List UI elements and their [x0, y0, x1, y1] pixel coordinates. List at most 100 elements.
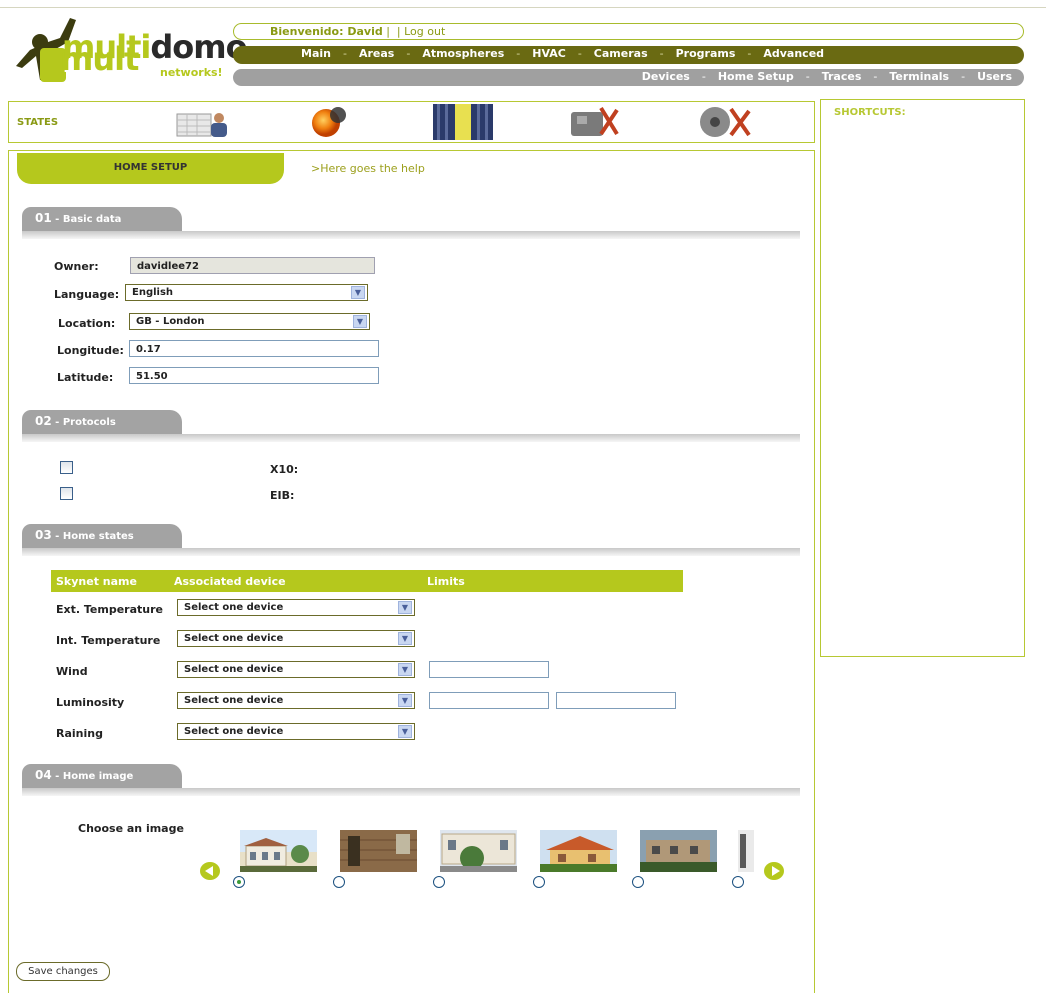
shortcuts-panel: SHORTCUTS:	[820, 99, 1025, 657]
disabled-device-icon[interactable]	[567, 106, 619, 138]
home-image-thumbnail[interactable]	[440, 830, 517, 872]
subnav-item-home-setup[interactable]: Home Setup	[718, 70, 794, 83]
home-image-thumbnail[interactable]	[240, 830, 317, 872]
language-select[interactable]: English ▼	[125, 284, 368, 301]
device-select[interactable]: Select one device ▼	[177, 661, 415, 678]
x10-label: X10:	[270, 463, 299, 476]
latitude-field[interactable]: 51.50	[129, 367, 379, 384]
x10-checkbox[interactable]	[60, 461, 73, 474]
image-radio[interactable]	[433, 876, 445, 888]
logo-text-dark: domo	[150, 28, 247, 66]
previous-arrow-icon[interactable]	[200, 862, 220, 880]
column-header: Limits	[427, 575, 465, 588]
image-radio[interactable]	[533, 876, 545, 888]
image-radio[interactable]	[632, 876, 644, 888]
nav-item-main[interactable]: Main	[301, 47, 331, 60]
choose-image-label: Choose an image	[78, 822, 184, 835]
latitude-label: Latitude:	[57, 371, 114, 384]
row-label: Wind	[56, 665, 88, 678]
limit-field[interactable]	[556, 692, 676, 709]
top-divider	[0, 7, 1046, 8]
nav-item-hvac[interactable]: HVAC	[532, 47, 566, 60]
device-select[interactable]: Select one device ▼	[177, 692, 415, 709]
logout-link[interactable]: Log out	[404, 25, 445, 38]
save-changes-button[interactable]: Save changes	[16, 962, 110, 981]
eib-label: EIB:	[270, 489, 295, 502]
shortcuts-label: SHORTCUTS:	[834, 107, 906, 118]
nav-item-programs[interactable]: Programs	[676, 47, 736, 60]
language-value: English	[132, 287, 174, 298]
limit-field[interactable]	[429, 692, 549, 709]
eib-checkbox[interactable]	[60, 487, 73, 500]
nav-separator: -	[406, 47, 411, 60]
home-image-thumbnail[interactable]	[640, 830, 717, 872]
nav-separator: -	[516, 47, 521, 60]
owner-field: davidlee72	[130, 257, 375, 274]
window-blind-icon[interactable]	[433, 104, 493, 140]
column-header: Associated device	[174, 575, 286, 588]
chevron-down-icon: ▼	[398, 694, 412, 707]
device-select[interactable]: Select one device ▼	[177, 723, 415, 740]
calendar-user-icon[interactable]	[173, 106, 229, 138]
home-image-thumbnail[interactable]	[540, 830, 617, 872]
device-select-value: Select one device	[184, 726, 284, 737]
section-number: 04	[35, 768, 52, 782]
subnav-item-traces[interactable]: Traces	[822, 70, 862, 83]
welcome-user: Bienvenido: David	[270, 25, 383, 38]
location-select[interactable]: GB - London ▼	[129, 313, 370, 330]
location-label: Location:	[58, 317, 116, 330]
image-radio[interactable]	[732, 876, 744, 888]
disabled-speaker-icon[interactable]	[695, 105, 751, 139]
home-states-table-header: Skynet name Associated device Limits	[51, 570, 683, 592]
device-select-value: Select one device	[184, 664, 284, 675]
home-setup-tab: HOME SETUP	[17, 153, 284, 184]
main-nav: Main - Areas - Atmospheres - HVAC - Cameras - Prog…	[233, 46, 1024, 64]
nav-separator: -	[805, 70, 810, 83]
subnav-item-devices[interactable]: Devices	[642, 70, 690, 83]
nav-separator: -	[747, 47, 752, 60]
chevron-down-icon: ▼	[398, 601, 412, 614]
section-title: Home image	[62, 771, 134, 782]
device-select[interactable]: Select one device ▼	[177, 599, 415, 616]
device-select[interactable]: Select one device ▼	[177, 630, 415, 647]
welcome-bar: Bienvenido: David | | Log out	[233, 23, 1024, 40]
image-radio[interactable]	[333, 876, 345, 888]
language-label: Language:	[54, 288, 120, 301]
section-title: Basic data	[62, 214, 122, 225]
nav-separator: -	[961, 70, 966, 83]
nav-item-areas[interactable]: Areas	[359, 47, 394, 60]
chevron-down-icon: ▼	[398, 632, 412, 645]
row-label: Int. Temperature	[56, 634, 161, 647]
section-number: 01	[35, 211, 52, 225]
home-image-thumbnail[interactable]	[738, 830, 754, 872]
logo-text-light: multi	[62, 28, 151, 66]
chevron-down-icon: ▼	[353, 315, 367, 328]
section-home-states: 03 - Home states	[22, 524, 800, 556]
chevron-down-icon: ▼	[351, 286, 365, 299]
longitude-label: Longitude:	[57, 344, 124, 357]
subnav-item-users[interactable]: Users	[977, 70, 1012, 83]
logo-text: multidomo	[62, 28, 248, 66]
nav-item-cameras[interactable]: Cameras	[594, 47, 648, 60]
row-label: Luminosity	[56, 696, 125, 709]
nav-item-atmospheres[interactable]: Atmospheres	[422, 47, 504, 60]
chevron-down-icon: ▼	[398, 725, 412, 738]
limit-field[interactable]	[429, 661, 549, 678]
sub-nav: Devices - Home Setup - Traces - Terminals - User…	[233, 69, 1024, 86]
image-radio[interactable]	[233, 876, 245, 888]
section-title: Home states	[62, 531, 134, 542]
next-arrow-icon[interactable]	[764, 862, 784, 880]
device-select-value: Select one device	[184, 602, 284, 613]
owner-label: Owner:	[54, 260, 99, 273]
sun-icon[interactable]	[308, 105, 348, 139]
nav-separator: -	[577, 47, 582, 60]
home-image-thumbnail[interactable]	[340, 830, 417, 872]
row-label: Raining	[56, 727, 103, 740]
nav-item-advanced[interactable]: Advanced	[763, 47, 824, 60]
longitude-field[interactable]: 0.17	[129, 340, 379, 357]
section-home-image: 04 - Home image	[22, 764, 800, 796]
device-select-value: Select one device	[184, 695, 284, 706]
column-header: Skynet name	[56, 575, 137, 588]
subnav-item-terminals[interactable]: Terminals	[889, 70, 949, 83]
nav-separator: -	[701, 70, 706, 83]
